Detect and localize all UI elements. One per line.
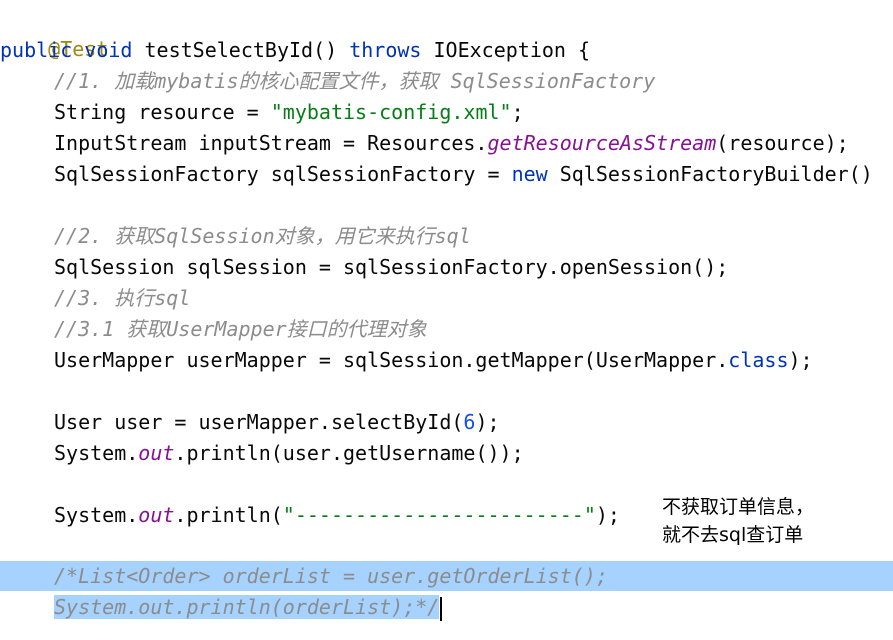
- comment-text: //2. 获取SqlSession对象，用它来执行sql: [54, 224, 471, 248]
- code-text: SqlSession sqlSession = sqlSessionFactor…: [54, 255, 729, 279]
- string-literal: "mybatis-config.xml": [270, 100, 512, 124]
- keyword-new: new: [511, 162, 548, 186]
- code-text: (resource);: [716, 131, 849, 155]
- static-field-token: out: [138, 441, 175, 465]
- static-field-token: out: [138, 503, 175, 527]
- code-text: .println(: [174, 503, 283, 527]
- annotation-note: 不获取订单信息， 就不去sql查订单: [662, 493, 892, 549]
- code-text: InputStream inputStream = Resources.: [54, 131, 488, 155]
- code-line-open-session[interactable]: SqlSession sqlSession = sqlSessionFactor…: [0, 252, 893, 282]
- code-line-block-comment-1[interactable]: /*List<Order> orderList = user.getOrderL…: [0, 561, 893, 591]
- code-text: User user = userMapper.selectById(: [54, 410, 464, 434]
- code-text: .println(user.getUsername());: [174, 441, 524, 465]
- code-line-annotation[interactable]: @Test: [0, 4, 893, 61]
- code-line-session-factory[interactable]: SqlSessionFactory sqlSessionFactory = ne…: [0, 159, 893, 189]
- comment-text: /*List<Order> orderList = user.getOrderL…: [54, 564, 608, 588]
- code-text: System.: [54, 503, 139, 527]
- code-text: );: [788, 348, 813, 372]
- static-method-token: getResourceAsStream: [487, 131, 717, 155]
- comment-text: //1. 加载mybatis的核心配置文件，获取 SqlSessionFacto…: [54, 69, 656, 93]
- exception-token: IOException {: [433, 38, 591, 62]
- method-name-token: testSelectById(): [144, 38, 338, 62]
- code-line-resource[interactable]: String resource = "mybatis-config.xml";: [0, 97, 893, 127]
- code-line-comment-1[interactable]: //1. 加载mybatis的核心配置文件，获取 SqlSessionFacto…: [0, 66, 893, 96]
- code-text: ;: [511, 100, 524, 124]
- code-line-select-by-id[interactable]: User user = userMapper.selectById(6);: [0, 407, 893, 437]
- text-caret: [440, 596, 443, 621]
- code-line-print-username[interactable]: System.out.println(user.getUsername());: [0, 438, 893, 468]
- comment-text: System.out.println(orderList);*/: [54, 595, 440, 619]
- code-text: String resource =: [54, 100, 271, 124]
- comment-text: //3. 执行sql: [54, 286, 191, 310]
- code-line-comment-3[interactable]: //3. 执行sql: [0, 283, 893, 313]
- throws-token: throws: [349, 38, 422, 62]
- code-line-method-signature[interactable]: public void testSelectById() throws IOEx…: [0, 35, 893, 65]
- code-line-comment-3-1[interactable]: //3.1 获取UserMapper接口的代理对象: [0, 314, 893, 344]
- return-type-token: void: [84, 38, 133, 62]
- code-text: SqlSessionFactory sqlSessionFactory =: [54, 162, 512, 186]
- note-line-1: 不获取订单信息，: [662, 496, 815, 518]
- comment-text: //3.1 获取UserMapper接口的代理对象: [54, 317, 427, 341]
- keyword-class: class: [728, 348, 789, 372]
- code-line-comment-2[interactable]: //2. 获取SqlSession对象，用它来执行sql: [0, 221, 893, 251]
- modifier-token: public: [0, 38, 73, 62]
- code-text: UserMapper userMapper = sqlSession.getMa…: [54, 348, 729, 372]
- number-literal: 6: [463, 410, 476, 434]
- code-line-get-mapper[interactable]: UserMapper userMapper = sqlSession.getMa…: [0, 345, 893, 375]
- code-text: );: [595, 503, 620, 527]
- code-text: System.: [54, 441, 139, 465]
- string-literal: "------------------------": [282, 503, 596, 527]
- code-text: );: [475, 410, 500, 434]
- code-line-input-stream[interactable]: InputStream inputStream = Resources.getR…: [0, 128, 893, 158]
- code-line-block-comment-2[interactable]: System.out.println(orderList);*/: [0, 592, 893, 622]
- note-line-2: 就不去sql查订单: [662, 524, 804, 546]
- code-text: SqlSessionFactoryBuilder(): [547, 162, 873, 186]
